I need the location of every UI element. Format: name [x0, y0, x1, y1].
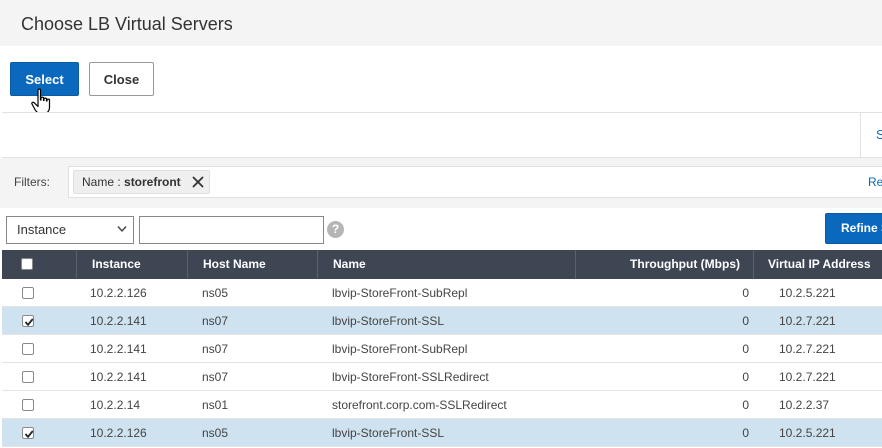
- row-checkbox[interactable]: [22, 287, 34, 299]
- table-row[interactable]: 10.2.2.126 ns05 lbvip-StoreFront-SSL 0 10.2.…: [2, 419, 882, 447]
- cell-throughput: 0: [742, 342, 749, 356]
- table-row[interactable]: 10.2.2.14 ns01 storefront.corp.com-SSLRedi…: [2, 391, 882, 419]
- cell-host-name: ns05: [202, 426, 229, 440]
- panel-divider: [860, 113, 861, 159]
- cell-name: lbvip-StoreFront-SSL: [332, 314, 445, 328]
- table-header: Instance Host Name Name Throughput (Mbps…: [2, 250, 882, 279]
- cell-virtual-ip: 10.2.2.37: [779, 398, 830, 412]
- cell-virtual-ip: 10.2.7.221: [779, 370, 836, 384]
- cell-instance: 10.2.2.126: [90, 426, 147, 440]
- search-input[interactable]: [139, 216, 324, 244]
- cell-host-name: ns05: [202, 286, 229, 300]
- filter-chip-key: Name :: [82, 175, 125, 189]
- dialog-title: Choose LB Virtual Servers: [21, 14, 233, 34]
- table-row[interactable]: 10.2.2.141 ns07 lbvip-StoreFront-SSL 0 10.2.…: [2, 307, 882, 335]
- select-all-checkbox[interactable]: [21, 258, 33, 270]
- search-category-select[interactable]: Instance: [6, 216, 134, 244]
- search-bar: Instance ? Refine S: [0, 208, 882, 250]
- cell-throughput: 0: [742, 398, 749, 412]
- help-icon[interactable]: ?: [327, 221, 344, 238]
- filter-chip[interactable]: Name : storefront: [73, 170, 210, 194]
- cell-name: lbvip-StoreFront-SubRepl: [332, 286, 468, 300]
- cell-instance: 10.2.2.141: [90, 370, 147, 384]
- row-checkbox[interactable]: [22, 427, 34, 439]
- cell-instance: 10.2.2.126: [90, 286, 147, 300]
- cell-virtual-ip: 10.2.5.221: [779, 286, 836, 300]
- column-header-host-name[interactable]: Host Name: [187, 250, 317, 279]
- cell-name: lbvip-StoreFront-SSLRedirect: [332, 370, 489, 384]
- cell-instance: 10.2.2.141: [90, 342, 147, 356]
- header-select-all-cell: [2, 250, 76, 279]
- table-row[interactable]: 10.2.2.126 ns05 lbvip-StoreFront-SubRepl 0 1…: [2, 279, 882, 307]
- column-header-instance[interactable]: Instance: [76, 250, 187, 279]
- cell-name: storefront.corp.com-SSLRedirect: [332, 398, 507, 412]
- row-checkbox[interactable]: [22, 343, 34, 355]
- cell-host-name: ns07: [202, 342, 229, 356]
- cell-host-name: ns07: [202, 314, 229, 328]
- table-row[interactable]: 10.2.2.141 ns07 lbvip-StoreFront-SSLRedire…: [2, 363, 882, 391]
- row-checkbox[interactable]: [22, 399, 34, 411]
- row-checkbox[interactable]: [22, 315, 34, 327]
- close-button[interactable]: Close: [89, 62, 154, 96]
- filter-reset-link[interactable]: Re: [868, 175, 882, 189]
- filters-bar: Filters: Name : storefront Re: [0, 158, 882, 208]
- cell-instance: 10.2.2.14: [90, 398, 141, 412]
- panel-link[interactable]: S: [876, 127, 882, 142]
- cell-name: lbvip-StoreFront-SSL: [332, 426, 445, 440]
- action-panel: S: [2, 112, 882, 159]
- dialog-header: Choose LB Virtual Servers: [0, 0, 882, 46]
- refine-search-button[interactable]: Refine S: [825, 213, 882, 244]
- cell-virtual-ip: 10.2.5.221: [779, 426, 836, 440]
- checkmark-icon: [24, 318, 34, 327]
- cell-host-name: ns07: [202, 370, 229, 384]
- cell-virtual-ip: 10.2.7.221: [779, 342, 836, 356]
- column-header-name[interactable]: Name: [317, 250, 575, 279]
- column-header-throughput[interactable]: Throughput (Mbps): [575, 250, 753, 279]
- row-checkbox[interactable]: [22, 371, 34, 383]
- cell-throughput: 0: [742, 314, 749, 328]
- cell-instance: 10.2.2.141: [90, 314, 147, 328]
- cell-throughput: 0: [742, 370, 749, 384]
- chevron-down-icon: [117, 226, 127, 233]
- cell-host-name: ns01: [202, 398, 229, 412]
- column-header-virtual-ip[interactable]: Virtual IP Address: [753, 250, 882, 279]
- search-category-value: Instance: [17, 222, 67, 237]
- cell-virtual-ip: 10.2.7.221: [779, 314, 836, 328]
- cell-name: lbvip-StoreFront-SubRepl: [332, 342, 468, 356]
- table-row[interactable]: 10.2.2.141 ns07 lbvip-StoreFront-SubRepl 0 1…: [2, 335, 882, 363]
- filter-box[interactable]: Name : storefront: [68, 166, 882, 198]
- cell-throughput: 0: [742, 286, 749, 300]
- checkmark-icon: [24, 430, 34, 439]
- cell-throughput: 0: [742, 426, 749, 440]
- filter-chip-value: storefront: [124, 175, 181, 189]
- close-icon[interactable]: [191, 175, 205, 189]
- filters-label: Filters:: [14, 175, 50, 189]
